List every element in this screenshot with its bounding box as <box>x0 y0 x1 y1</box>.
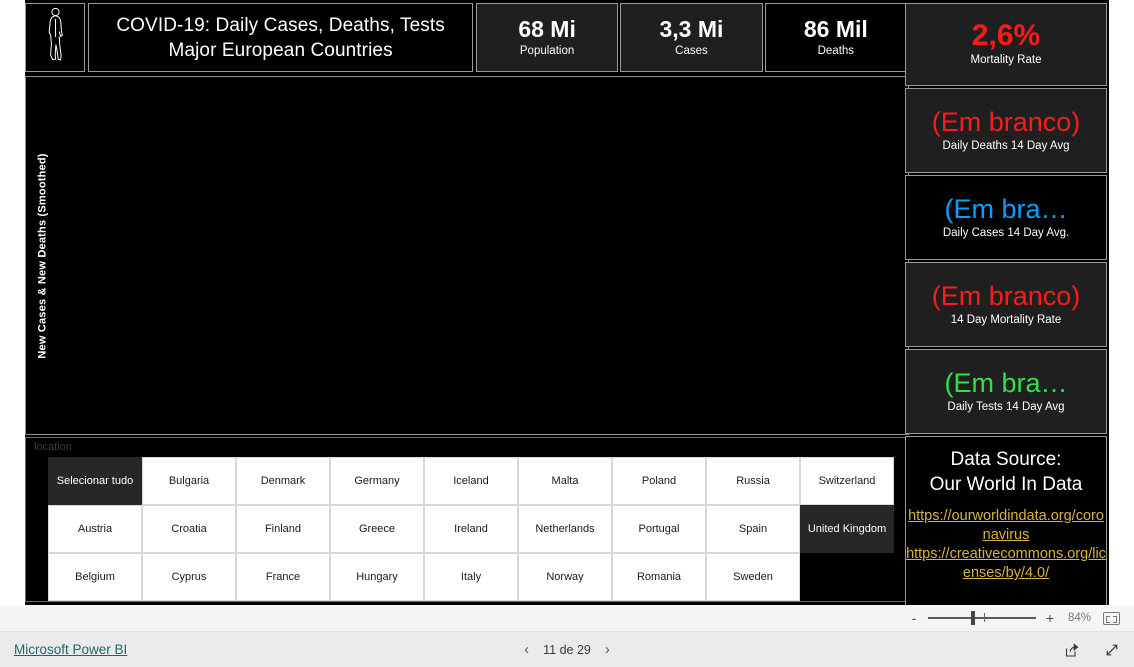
kpi-sidebar: 2,6% Mortality Rate (Em branco) Daily De… <box>905 3 1107 608</box>
slicer-item-greece[interactable]: Greece <box>330 505 424 553</box>
data-source-title-line-2: Our World In Data <box>929 474 1083 495</box>
microsoft-power-bi-link[interactable]: Microsoft Power BI <box>14 642 127 657</box>
label-mortality-rate: Mortality Rate <box>970 54 1042 66</box>
slicer-item-iceland[interactable]: Iceland <box>424 457 518 505</box>
slicer-item-portugal[interactable]: Portugal <box>612 505 706 553</box>
slicer-item-bulgaria[interactable]: Bulgaria <box>142 457 236 505</box>
chart-y-axis-title-text: New Cases & New Deaths (Smoothed) <box>37 152 50 359</box>
slicer-item-germany[interactable]: Germany <box>330 457 424 505</box>
value-daily-tests-14-day-avg: (Em bra… <box>944 368 1068 398</box>
slicer-item-croatia[interactable]: Croatia <box>142 505 236 553</box>
slicer-item-norway[interactable]: Norway <box>518 553 612 601</box>
slicer-item-cyprus[interactable]: Cyprus <box>142 553 236 601</box>
data-source-title-line-1: Data Source: <box>950 449 1062 470</box>
slicer-items-grid: Selecionar tudo Bulgaria Denmark Germany Ice… <box>48 457 896 601</box>
chart-plot-area[interactable] <box>56 79 906 432</box>
kpi-label-cases: Cases <box>675 45 708 57</box>
kpi-value-population: 68 Mi <box>518 16 576 42</box>
fit-to-page-icon[interactable] <box>1103 611 1120 625</box>
zoom-slider-handle[interactable] <box>971 611 976 625</box>
slicer-item-sweden[interactable]: Sweden <box>706 553 800 601</box>
chevron-right-icon[interactable]: › <box>605 642 610 657</box>
kpi-value-deaths: 86 Mil <box>803 16 868 42</box>
slicer-item-spain[interactable]: Spain <box>706 505 800 553</box>
kpi-card-deaths[interactable]: 86 Mil Deaths <box>764 3 908 72</box>
slicer-item-belgium[interactable]: Belgium <box>48 553 142 601</box>
slicer-item-hungary[interactable]: Hungary <box>330 553 424 601</box>
slicer-item-empty <box>800 553 894 601</box>
kpi-card-cases[interactable]: 3,3 Mi Cases <box>620 3 763 72</box>
slicer-item-united-kingdom[interactable]: United Kingdom <box>800 505 894 553</box>
value-daily-cases-14-day-avg: (Em bra… <box>944 194 1068 224</box>
slicer-item-netherlands[interactable]: Netherlands <box>518 505 612 553</box>
value-14-day-mortality-rate: (Em branco) <box>931 281 1081 311</box>
slicer-item-denmark[interactable]: Denmark <box>236 457 330 505</box>
value-daily-deaths-14-day-avg: (Em branco) <box>931 107 1081 137</box>
card-daily-tests-14-day-avg[interactable]: (Em bra… Daily Tests 14 Day Avg <box>905 349 1107 434</box>
report-header: COVID-19: Daily Cases, Deaths, Tests Maj… <box>25 3 909 72</box>
zoom-percent-label: 84% <box>1067 612 1091 624</box>
slicer-item-finland[interactable]: Finland <box>236 505 330 553</box>
value-mortality-rate: 2,6% <box>971 20 1041 52</box>
report-canvas: COVID-19: Daily Cases, Deaths, Tests Maj… <box>25 0 1109 608</box>
data-source-link-license[interactable]: https://creativecommons.org/licenses/by/… <box>906 545 1106 583</box>
label-14-day-mortality-rate: 14 Day Mortality Rate <box>950 314 1062 326</box>
slicer-item-austria[interactable]: Austria <box>48 505 142 553</box>
slicer-item-italy[interactable]: Italy <box>424 553 518 601</box>
zoom-in-button[interactable]: + <box>1042 611 1058 625</box>
walking-person-icon <box>42 7 68 68</box>
report-title-line-1: COVID-19: Daily Cases, Deaths, Tests <box>116 14 445 36</box>
report-title-line-2: Major European Countries <box>168 39 393 61</box>
slicer-item-ireland[interactable]: Ireland <box>424 505 518 553</box>
chart-y-axis-title: New Cases & New Deaths (Smoothed) <box>32 77 54 434</box>
label-daily-deaths-14-day-avg: Daily Deaths 14 Day Avg <box>942 140 1070 152</box>
kpi-value-cases: 3,3 Mi <box>659 16 724 42</box>
label-daily-tests-14-day-avg: Daily Tests 14 Day Avg <box>947 401 1065 413</box>
zoom-out-button[interactable]: - <box>906 611 922 625</box>
location-slicer[interactable]: location Selecionar tudo Bulgaria Denmark G… <box>25 437 909 602</box>
fullscreen-icon[interactable] <box>1104 642 1120 658</box>
report-title-card: COVID-19: Daily Cases, Deaths, Tests Maj… <box>88 3 473 72</box>
slicer-item-poland[interactable]: Poland <box>612 457 706 505</box>
status-bar-actions <box>1064 642 1120 658</box>
card-daily-deaths-14-day-avg[interactable]: (Em branco) Daily Deaths 14 Day Avg <box>905 88 1107 173</box>
data-source-links: https://ourworldindata.org/coronavirus h… <box>906 507 1106 583</box>
card-data-source: Data Source: Our World In Data https://o… <box>905 436 1107 608</box>
card-14-day-mortality-rate[interactable]: (Em branco) 14 Day Mortality Rate <box>905 262 1107 347</box>
slicer-item-russia[interactable]: Russia <box>706 457 800 505</box>
slicer-item-france[interactable]: France <box>236 553 330 601</box>
kpi-label-population: Population <box>519 45 575 57</box>
zoom-slider[interactable] <box>927 611 1036 625</box>
power-bi-report-viewer: COVID-19: Daily Cases, Deaths, Tests Maj… <box>0 0 1134 667</box>
kpi-label-deaths: Deaths <box>817 45 855 57</box>
slicer-header-label: location <box>34 441 72 453</box>
daily-cases-deaths-chart[interactable]: New Cases & New Deaths (Smoothed) <box>25 76 909 435</box>
chevron-left-icon[interactable]: ‹ <box>524 642 529 657</box>
label-daily-cases-14-day-avg: Daily Cases 14 Day Avg. <box>942 227 1070 239</box>
slicer-item-switzerland[interactable]: Switzerland <box>800 457 894 505</box>
zoom-slider-tick <box>984 613 986 622</box>
slicer-item-selecionar-tudo[interactable]: Selecionar tudo <box>48 457 142 505</box>
page-indicator-label: 11 de 29 <box>543 642 591 657</box>
card-daily-cases-14-day-avg[interactable]: (Em bra… Daily Cases 14 Day Avg. <box>905 175 1107 260</box>
status-bar: Microsoft Power BI ‹ 11 de 29 › <box>0 632 1134 667</box>
zoom-toolbar: - + 84% <box>0 605 1134 632</box>
slicer-item-malta[interactable]: Malta <box>518 457 612 505</box>
page-navigator: ‹ 11 de 29 › <box>524 642 610 657</box>
slicer-item-romania[interactable]: Romania <box>612 553 706 601</box>
share-icon[interactable] <box>1064 642 1080 658</box>
kpi-card-population[interactable]: 68 Mi Population <box>475 3 619 72</box>
card-mortality-rate[interactable]: 2,6% Mortality Rate <box>905 3 1107 86</box>
data-source-link-owid[interactable]: https://ourworldindata.org/coronavirus <box>906 507 1106 545</box>
walking-person-icon-card <box>25 3 86 72</box>
